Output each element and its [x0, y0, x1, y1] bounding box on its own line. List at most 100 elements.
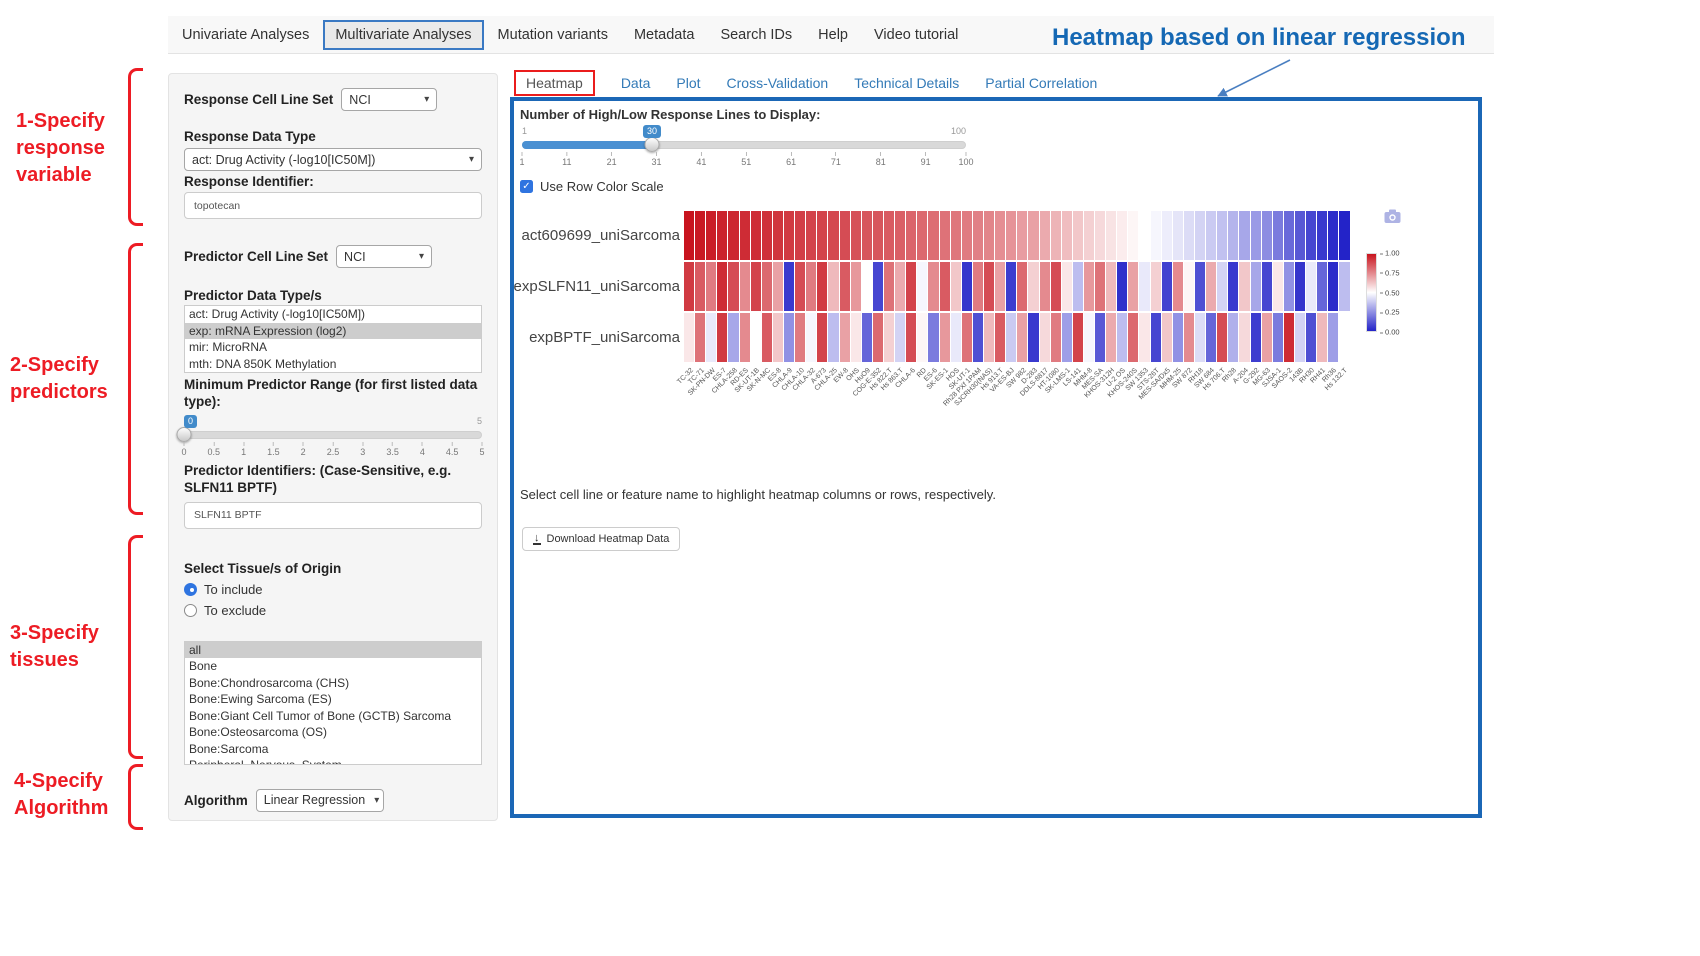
tissue-exclude-radio[interactable]: To exclude	[184, 600, 482, 621]
predictor-cell-line-set-select[interactable]: NCI ▾	[336, 245, 432, 268]
response-cell-line-set-select[interactable]: NCI ▾	[341, 88, 437, 111]
heatmap-cell[interactable]	[895, 313, 905, 362]
heatmap-cell[interactable]	[1128, 313, 1138, 362]
heatmap-cell[interactable]	[906, 211, 916, 260]
response-data-type-select[interactable]: act: Drug Activity (-log10[IC50M]) ▾	[184, 148, 482, 171]
heatmap-cell[interactable]	[984, 211, 994, 260]
heatmap-cell[interactable]	[817, 262, 827, 311]
heatmap-cell[interactable]	[1184, 262, 1194, 311]
predictor-data-types-listbox[interactable]: act: Drug Activity (-log10[IC50M])exp: m…	[184, 305, 482, 373]
predictor-data-type-option[interactable]: mth: DNA 850K Methylation	[185, 356, 481, 373]
heatmap-cell[interactable]	[1273, 262, 1283, 311]
heatmap-cell[interactable]	[1195, 313, 1205, 362]
heatmap-cell[interactable]	[706, 262, 716, 311]
heatmap-cell[interactable]	[1228, 211, 1238, 260]
heatmap-cell[interactable]	[762, 211, 772, 260]
heatmap-cell[interactable]	[773, 211, 783, 260]
heatmap-cell[interactable]	[795, 313, 805, 362]
heatmap-cell[interactable]	[1040, 262, 1050, 311]
heatmap-cell[interactable]	[1162, 262, 1172, 311]
tissue-option[interactable]: Bone:Chondrosarcoma (CHS)	[185, 675, 481, 692]
predictor-data-type-option[interactable]: act: Drug Activity (-log10[IC50M])	[185, 306, 481, 323]
heatmap-cell[interactable]	[1306, 313, 1316, 362]
heatmap-cell[interactable]	[1028, 262, 1038, 311]
heatmap-cell[interactable]	[1273, 211, 1283, 260]
heatmap-cell[interactable]	[973, 211, 983, 260]
heatmap-cell[interactable]	[1195, 262, 1205, 311]
heatmap-cell[interactable]	[806, 211, 816, 260]
heatmap-cell[interactable]	[751, 211, 761, 260]
heatmap-cell[interactable]	[695, 211, 705, 260]
heatmap-cell[interactable]	[1006, 313, 1016, 362]
heatmap-cell[interactable]	[684, 313, 694, 362]
tab-plot[interactable]: Plot	[676, 75, 700, 91]
heatmap-cell[interactable]	[1017, 313, 1027, 362]
heatmap-cell[interactable]	[995, 211, 1005, 260]
heatmap-cell[interactable]	[728, 313, 738, 362]
heatmap-cell[interactable]	[1262, 211, 1272, 260]
heatmap-cell[interactable]	[951, 313, 961, 362]
heatmap-cell[interactable]	[784, 211, 794, 260]
heatmap-cell[interactable]	[1062, 262, 1072, 311]
heatmap-cell[interactable]	[728, 262, 738, 311]
heatmap-cell[interactable]	[940, 262, 950, 311]
min-predictor-range-slider[interactable]: 05000.511.522.533.544.55	[184, 415, 482, 461]
heatmap-cell[interactable]	[1206, 313, 1216, 362]
heatmap-cell[interactable]	[784, 262, 794, 311]
row-color-scale-checkbox[interactable]: ✓ Use Row Color Scale	[520, 179, 664, 194]
heatmap-cell[interactable]	[717, 313, 727, 362]
heatmap-cell[interactable]	[1040, 313, 1050, 362]
heatmap-cell[interactable]	[1095, 313, 1105, 362]
heatmap-cell[interactable]	[817, 211, 827, 260]
heatmap-cell[interactable]	[1095, 262, 1105, 311]
tissue-option[interactable]: Bone:Osteosarcoma (OS)	[185, 724, 481, 741]
heatmap-cell[interactable]	[1317, 313, 1327, 362]
heatmap-cell[interactable]	[962, 262, 972, 311]
heatmap-cell[interactable]	[951, 211, 961, 260]
heatmap-cell[interactable]	[828, 313, 838, 362]
heatmap-cell[interactable]	[884, 262, 894, 311]
tab-cross-validation[interactable]: Cross-Validation	[727, 75, 829, 91]
heatmap-cell[interactable]	[1084, 211, 1094, 260]
heatmap-cell[interactable]	[1106, 262, 1116, 311]
heatmap-cell[interactable]	[751, 313, 761, 362]
response-identifier-input[interactable]: topotecan	[184, 192, 482, 219]
heatmap-cell[interactable]	[1084, 262, 1094, 311]
predictor-identifiers-input[interactable]: SLFN11 BPTF	[184, 502, 482, 529]
tab-technical-details[interactable]: Technical Details	[854, 75, 959, 91]
heatmap-cell[interactable]	[762, 313, 772, 362]
predictor-data-type-option[interactable]: exp: mRNA Expression (log2)	[185, 323, 481, 340]
response-lines-slider[interactable]: 1100301112131415161718191100	[522, 125, 966, 171]
tissue-option[interactable]: Bone:Sarcoma	[185, 741, 481, 758]
tissue-option[interactable]: Bone	[185, 658, 481, 675]
heatmap-cell[interactable]	[1117, 262, 1127, 311]
heatmap-row-label[interactable]: act609699_uniSarcoma	[514, 211, 680, 260]
tab-heatmap[interactable]: Heatmap	[514, 70, 595, 96]
heatmap-cell[interactable]	[1184, 211, 1194, 260]
heatmap-cell[interactable]	[1273, 313, 1283, 362]
heatmap-cell[interactable]	[973, 313, 983, 362]
heatmap-cell[interactable]	[1062, 211, 1072, 260]
heatmap-cell[interactable]	[862, 262, 872, 311]
heatmap-cell[interactable]	[895, 262, 905, 311]
heatmap-cell[interactable]	[995, 262, 1005, 311]
heatmap-row-label[interactable]: expBPTF_uniSarcoma	[514, 313, 680, 362]
heatmap-cell[interactable]	[917, 262, 927, 311]
heatmap-cell[interactable]	[740, 211, 750, 260]
heatmap-cell[interactable]	[1295, 262, 1305, 311]
heatmap-cell[interactable]	[1173, 262, 1183, 311]
heatmap-cell[interactable]	[1328, 313, 1338, 362]
heatmap-cell[interactable]	[1317, 211, 1327, 260]
heatmap-cell[interactable]	[973, 262, 983, 311]
heatmap-cell[interactable]	[1106, 211, 1116, 260]
heatmap-cell[interactable]	[928, 262, 938, 311]
heatmap-cell[interactable]	[828, 211, 838, 260]
heatmap-cell[interactable]	[1139, 313, 1149, 362]
heatmap-cell[interactable]	[1117, 313, 1127, 362]
heatmap-cell[interactable]	[962, 313, 972, 362]
heatmap-cell[interactable]	[1073, 211, 1083, 260]
heatmap-cell[interactable]	[1139, 211, 1149, 260]
heatmap-cell[interactable]	[1151, 262, 1161, 311]
heatmap-cell[interactable]	[917, 313, 927, 362]
tissue-option[interactable]: Peripheral_Nervous_System	[185, 757, 481, 765]
